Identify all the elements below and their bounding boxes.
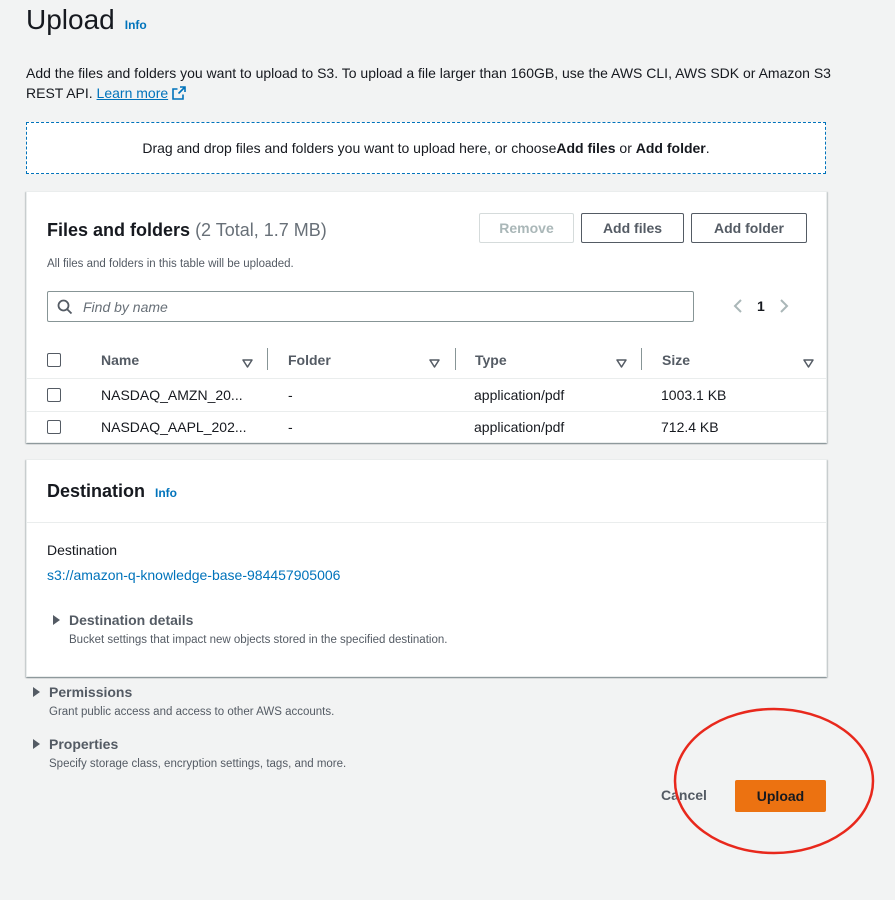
search-box <box>47 291 694 322</box>
caret-right-icon <box>33 739 40 749</box>
page-number[interactable]: 1 <box>757 298 765 314</box>
file-folder: - <box>288 419 293 435</box>
add-folder-button[interactable]: Add folder <box>691 213 807 243</box>
permissions-expander[interactable]: Permissions Grant public access and acce… <box>33 684 334 718</box>
files-panel-subtitle: All files and folders in this table will… <box>47 258 294 270</box>
destination-info-link[interactable]: Info <box>155 486 177 500</box>
remove-button[interactable]: Remove <box>479 213 574 243</box>
sort-icon[interactable] <box>616 355 627 373</box>
page-title: Upload <box>26 4 115 35</box>
chevron-left-icon[interactable] <box>733 299 743 313</box>
dropzone-suffix: . <box>705 140 710 156</box>
column-header-size[interactable]: Size <box>662 342 690 378</box>
dropzone-add-folder: Add folder <box>635 140 706 156</box>
properties-title: Properties <box>49 736 119 752</box>
column-header-type[interactable]: Type <box>475 342 507 378</box>
page-description: Add the files and folders you want to up… <box>26 63 836 105</box>
learn-more-label: Learn more <box>96 85 169 101</box>
permissions-title: Permissions <box>49 684 133 700</box>
file-name: NASDAQ_AAPL_202... <box>101 419 247 435</box>
properties-text: Properties Specify storage class, encryp… <box>49 736 346 770</box>
row-checkbox[interactable] <box>47 388 61 402</box>
dropzone-add-files: Add files <box>556 140 616 156</box>
properties-desc: Specify storage class, encryption settin… <box>49 758 347 770</box>
file-folder: - <box>288 387 293 403</box>
dropzone-text: Drag and drop files and folders you want… <box>142 140 557 156</box>
files-panel-title: Files and folders (2 Total, 1.7 MB) <box>47 220 327 241</box>
page-header: Upload Info <box>26 4 147 44</box>
dropzone-or: or <box>615 140 636 156</box>
select-all-checkbox[interactable] <box>47 353 61 367</box>
column-header-name[interactable]: Name <box>101 342 139 378</box>
add-files-button[interactable]: Add files <box>581 213 684 243</box>
caret-right-icon <box>53 615 60 625</box>
file-size: 1003.1 KB <box>661 387 727 403</box>
annotation-circle <box>673 707 875 855</box>
sort-icon[interactable] <box>429 355 440 373</box>
row-checkbox[interactable] <box>47 420 61 434</box>
external-link-icon <box>172 85 186 105</box>
file-size: 712.4 KB <box>661 419 719 435</box>
learn-more-link[interactable]: Learn more <box>97 85 187 101</box>
destination-panel: Destination Info Destination s3://amazon… <box>26 459 827 677</box>
permissions-text: Permissions Grant public access and acce… <box>49 684 334 718</box>
files-count: (2 Total, 1.7 MB) <box>195 220 327 240</box>
column-header-folder[interactable]: Folder <box>288 342 331 378</box>
file-type: application/pdf <box>474 419 565 435</box>
table-header: Name Folder Type Size <box>27 342 826 379</box>
column-divider <box>455 348 456 370</box>
destination-details-expander[interactable]: Destination details Bucket settings that… <box>53 612 447 646</box>
destination-title-row: Destination Info <box>47 481 177 502</box>
files-folders-panel: Files and folders (2 Total, 1.7 MB) All … <box>26 191 827 443</box>
destination-details-title: Destination details <box>69 612 194 628</box>
file-name: NASDAQ_AMZN_20... <box>101 387 243 403</box>
search-input[interactable] <box>81 297 675 316</box>
column-divider <box>641 348 642 370</box>
destination-header: Destination Info <box>27 460 826 523</box>
chevron-right-icon[interactable] <box>779 299 789 313</box>
destination-uri-link[interactable]: s3://amazon-q-knowledge-base-98445790500… <box>47 567 340 583</box>
sort-icon[interactable] <box>242 355 253 373</box>
upload-dropzone[interactable]: Drag and drop files and folders you want… <box>26 122 826 174</box>
sort-icon[interactable] <box>803 355 814 373</box>
table-row[interactable]: NASDAQ_AAPL_202... - application/pdf 712… <box>27 411 826 443</box>
search-icon <box>57 299 73 315</box>
column-divider <box>267 348 268 370</box>
destination-label: Destination <box>47 542 118 558</box>
properties-expander[interactable]: Properties Specify storage class, encryp… <box>33 736 346 770</box>
pagination: 1 <box>733 298 789 314</box>
info-link[interactable]: Info <box>125 18 147 32</box>
destination-title: Destination <box>47 481 146 501</box>
destination-details-text: Destination details Bucket settings that… <box>69 612 447 646</box>
destination-details-desc: Bucket settings that impact new objects … <box>69 634 448 646</box>
caret-right-icon <box>33 687 40 697</box>
file-type: application/pdf <box>474 387 565 403</box>
permissions-desc: Grant public access and access to other … <box>49 706 335 718</box>
files-title-text: Files and folders <box>47 220 191 240</box>
table-row[interactable]: NASDAQ_AMZN_20... - application/pdf 1003… <box>27 379 826 412</box>
